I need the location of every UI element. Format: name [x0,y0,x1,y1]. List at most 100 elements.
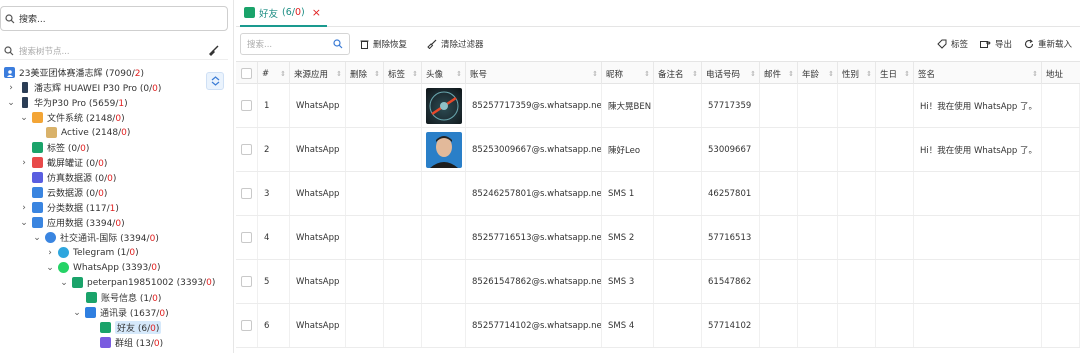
chevron-down-icon[interactable]: ⌄ [19,218,29,228]
chevron-down-icon[interactable]: ⌄ [45,263,55,273]
row-checkbox[interactable] [241,188,252,199]
tree-node-active[interactable]: Active (2148/0) [46,125,130,140]
case-icon [4,67,15,78]
col-header-nickname[interactable]: 昵称 ⇕ [602,62,654,85]
col-header-tags[interactable]: 标签 ⇕ [384,62,422,85]
tree-node-screenshot[interactable]: › 截屏罐证 (0/0) [19,155,107,170]
clear-filter-button[interactable]: 清除过滤器 [427,38,484,50]
tree-node-emulated-source[interactable]: 仿真数据源 (0/0) [32,170,116,185]
col-header-age[interactable]: 年龄 ⇕ [798,62,838,85]
search-icon[interactable] [333,39,343,49]
avatar[interactable] [426,87,462,124]
col-header-source-app[interactable]: 来源应用 ⇕ [290,62,346,85]
tree-node-social-intl[interactable]: ⌄ 社交通讯-国际 (3394/0) [32,230,159,245]
contacts-icon [85,307,96,318]
table-row[interactable]: 1 WhatsApp 85257717359@s.whatsapp.net 陳大晃BE… [236,84,1080,128]
tree-node-device-2[interactable]: ⌄ 华为P30 Pro (5659/1) [6,95,128,110]
collapse-tree-button[interactable] [206,72,224,90]
chevron-down-icon[interactable]: ⌄ [19,113,29,123]
cell-del [346,84,384,127]
sort-icon[interactable]: ⇕ [412,70,418,78]
sort-icon[interactable]: ⇕ [866,70,872,78]
tree-count-red: 0 [206,277,212,288]
global-search-input[interactable]: 搜索... [0,6,228,31]
cell-n: 5 [258,260,290,303]
tree-node-cloud-source[interactable]: 云数据源 (0/0) [32,185,107,200]
col-header-address[interactable]: 地址 [1042,62,1080,85]
tab-friends[interactable]: 好友 (6/0) × [240,0,327,27]
close-tab-icon[interactable]: × [312,6,321,19]
col-header-phone[interactable]: 电话号码 ⇕ [702,62,760,85]
col-header-account[interactable]: 账号 ⇕ [466,62,602,85]
sort-icon[interactable]: ⇕ [374,70,380,78]
row-checkbox[interactable] [241,144,252,155]
col-header-avatar[interactable]: 头像 ⇕ [422,62,466,85]
table-row[interactable]: 4 WhatsApp 85257716513@s.whatsapp.net SMS 2… [236,216,1080,260]
tree-node-account[interactable]: ⌄ peterpan19851002 (3393/0) [59,275,215,290]
cell-text: 53009667 [708,144,752,155]
tree-node-app-data[interactable]: ⌄ 应用数据 (3394/0) [19,215,125,230]
tree-node-case[interactable]: 23美亚团体赛潘志辉 (7090/2) [4,65,144,80]
tree-count: 0 [98,174,105,184]
tree-node-whatsapp[interactable]: ⌄ WhatsApp (3393/0) [45,260,161,275]
sort-icon[interactable]: ⇕ [1032,70,1038,78]
tree-node-telegram[interactable]: › Telegram (1/0) [45,245,139,260]
tree-search-input[interactable]: 搜索树节点... [0,42,228,60]
tag-button[interactable]: 标签 [937,38,968,50]
delete-restore-button[interactable]: 删除恢复 [360,38,407,50]
col-header-index[interactable]: # ⇕ [258,62,290,85]
tree-node-categories[interactable]: › 分类数据 (117/1) [19,200,119,215]
sort-icon[interactable]: ⇕ [750,70,756,78]
table-row[interactable]: 2 WhatsApp 85253009667@s.whatsapp.net 陳好Leo… [236,128,1080,172]
cell-phone: 61547862 [702,260,760,303]
export-button[interactable]: 导出 [979,38,1012,50]
tree-count-red: 0 [151,262,157,273]
table-row[interactable]: 3 WhatsApp 85246257801@s.whatsapp.net SMS 1… [236,172,1080,216]
table-row[interactable]: 5 WhatsApp 85261547862@s.whatsapp.net SMS 3… [236,260,1080,304]
table-row[interactable]: 6 WhatsApp 85257714102@s.whatsapp.net SMS 4… [236,304,1080,348]
cell-gender [838,216,876,259]
col-header-deleted[interactable]: 删除 ⇕ [346,62,384,85]
cell-bday [876,304,914,347]
select-all-checkbox[interactable] [241,68,252,79]
chevron-down-icon[interactable]: ⌄ [72,308,82,318]
chevron-down-icon[interactable]: ⌄ [6,98,16,108]
chevron-right-icon[interactable]: › [6,83,16,93]
clear-broom-icon[interactable] [208,45,220,57]
screenshot-icon [32,157,43,168]
tree-node-account-info[interactable]: 账号信息 (1/0) [86,290,161,305]
tree-node-filesystem[interactable]: ⌄ 文件系统 (2148/0) [19,110,125,125]
col-header-signature[interactable]: 签名 ⇕ [914,62,1042,85]
sort-icon[interactable]: ⇕ [280,70,286,78]
row-checkbox[interactable] [241,320,252,331]
row-checkbox[interactable] [241,232,252,243]
tree-node-groups[interactable]: 群组 (13/0) [100,335,163,350]
sort-icon[interactable]: ⇕ [828,70,834,78]
sort-icon[interactable]: ⇕ [456,70,462,78]
chevron-down-icon[interactable]: ⌄ [32,233,42,243]
sort-icon[interactable]: ⇕ [904,70,910,78]
sort-icon[interactable]: ⇕ [692,70,698,78]
row-checkbox[interactable] [241,276,252,287]
col-header-email[interactable]: 邮件 ⇕ [760,62,798,85]
cell-addr [1042,128,1080,171]
chevron-right-icon[interactable]: › [19,158,29,168]
col-header-birthday[interactable]: 生日 ⇕ [876,62,914,85]
chevron-right-icon[interactable]: › [19,203,29,213]
sort-icon[interactable]: ⇕ [644,70,650,78]
tree-node-device-1[interactable]: › 潘志辉 HUAWEI P30 Pro (0/0) [6,80,161,95]
sort-icon[interactable]: ⇕ [788,70,794,78]
tree-node-friends[interactable]: 好友 (6/0) [100,320,162,335]
row-checkbox[interactable] [241,100,252,111]
col-header-gender[interactable]: 性别 ⇕ [838,62,876,85]
col-header-remark[interactable]: 备注名 ⇕ [654,62,702,85]
sort-icon[interactable]: ⇕ [336,70,342,78]
tree-node-tags[interactable]: 标签 (0/0) [32,140,89,155]
table-search-input[interactable]: 搜索... [240,33,350,55]
reload-button[interactable]: 重新载入 [1024,38,1072,50]
chevron-down-icon[interactable]: ⌄ [59,278,69,288]
tree-node-contacts[interactable]: ⌄ 通讯录 (1637/0) [72,305,169,320]
sort-icon[interactable]: ⇕ [592,70,598,78]
chevron-right-icon[interactable]: › [45,248,55,258]
avatar[interactable] [426,131,462,168]
